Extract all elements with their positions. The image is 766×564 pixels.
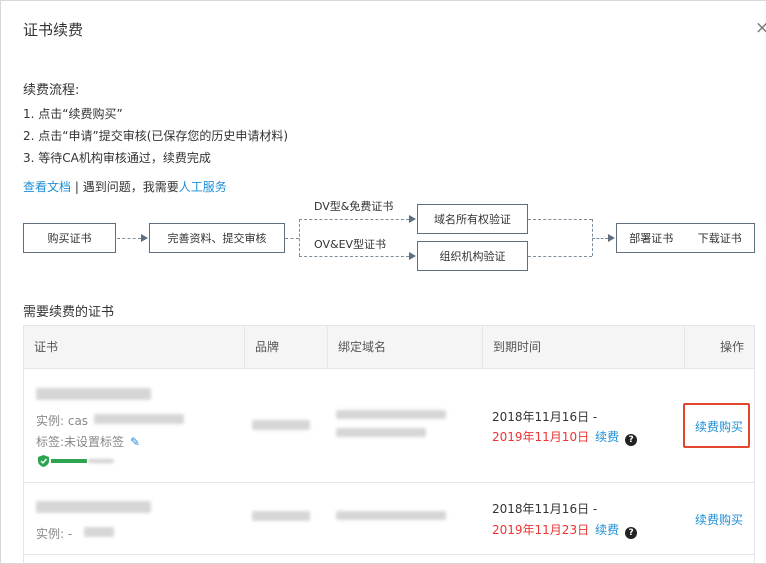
column-header-action: 操作 xyxy=(719,340,744,354)
flow-connector xyxy=(285,238,299,239)
help-separator: | xyxy=(71,180,83,194)
flow-connector xyxy=(299,256,409,257)
flow-connector xyxy=(528,219,592,220)
view-docs-link[interactable]: 查看文档 xyxy=(23,180,71,194)
table-row: 实例: - 2018年11月16日 - 2019年11月23日 续费? 续费购买 xyxy=(24,483,754,555)
renew-buy-button[interactable]: 续费购买 xyxy=(695,418,743,435)
renew-link[interactable]: 续费 xyxy=(595,430,619,444)
instance-id-redacted xyxy=(84,527,114,537)
renew-link[interactable]: 续费 xyxy=(595,523,619,537)
instance-label: 实例: cas xyxy=(36,414,89,428)
process-step-3: 3. 等待CA机构审核通过，续费完成 xyxy=(23,151,211,165)
edit-icon[interactable]: ✎ xyxy=(130,435,140,449)
column-header-cert: 证书 xyxy=(34,340,59,354)
table-row: 实例: cas 标签:未设置标签 ✎ 2018年11月16日 - 2019年11月… xyxy=(24,370,754,483)
renew-buy-button[interactable]: 续费购买 xyxy=(695,511,743,528)
flow-connector xyxy=(299,219,409,220)
help-icon[interactable]: ? xyxy=(625,434,638,446)
help-question: 遇到问题，我需要 xyxy=(82,180,179,194)
expiry-end-date: 2019年11月10日 xyxy=(492,430,590,444)
process-heading: 续费流程: xyxy=(23,83,80,98)
expiry-end: 2019年11月10日 续费? xyxy=(492,428,638,446)
security-level-bar xyxy=(51,459,87,463)
flow-connector xyxy=(528,256,592,257)
domain-redacted xyxy=(336,410,446,419)
help-icon[interactable]: ? xyxy=(625,527,638,539)
security-level-remainder xyxy=(88,459,114,463)
brand-redacted xyxy=(252,420,310,430)
shield-icon xyxy=(38,455,49,470)
column-header-expiry: 到期时间 xyxy=(493,340,542,354)
brand-redacted xyxy=(252,511,310,521)
column-header-domain: 绑定域名 xyxy=(338,340,387,354)
flow-step-buy: 购买证书 xyxy=(23,223,116,253)
flow-connector xyxy=(299,219,300,256)
expiry-start: 2018年11月16日 - xyxy=(492,410,598,424)
close-icon[interactable]: × xyxy=(755,19,766,37)
domain-redacted xyxy=(336,428,426,437)
renew-dialog: 证书续费 × 续费流程: 1. 点击“续费购买” 2. 点击“申请”提交审核(已… xyxy=(0,0,766,564)
cert-name-redacted xyxy=(36,388,151,400)
flow-step-download: 下载证书 xyxy=(697,232,742,245)
cert-name-redacted xyxy=(36,501,151,513)
flow-arrow-icon xyxy=(409,215,416,223)
instance-label: 实例: - xyxy=(36,527,73,541)
expiry-end-date: 2019年11月23日 xyxy=(492,523,590,537)
help-links: 查看文档 | 遇到问题，我需要人工服务 xyxy=(23,178,227,195)
table-heading: 需要续费的证书 xyxy=(23,305,115,320)
table-header: 证书 品牌 绑定域名 到期时间 操作 xyxy=(24,326,754,369)
flow-arrow-icon xyxy=(409,252,416,260)
flow-label-ov: OV&EV型证书 xyxy=(314,238,387,251)
human-service-link[interactable]: 人工服务 xyxy=(179,180,227,194)
flow-label-dv: DV型&免费证书 xyxy=(314,200,394,213)
expiry-end: 2019年11月23日 续费? xyxy=(492,521,638,539)
flow-step-org-verify: 组织机构验证 xyxy=(417,241,528,271)
process-step-2: 2. 点击“申请”提交审核(已保存您的历史申请材料) xyxy=(23,129,289,143)
tag-label: 标签:未设置标签 ✎ xyxy=(36,435,141,449)
flow-step-deploy: 部署证书 xyxy=(629,232,674,245)
dialog-title: 证书续费 xyxy=(23,21,84,39)
flow-step-domain-verify: 域名所有权验证 xyxy=(417,204,528,234)
column-header-brand: 品牌 xyxy=(255,340,280,354)
flow-connector xyxy=(592,238,608,239)
flow-connector xyxy=(117,238,141,239)
renew-cert-table: 证书 品牌 绑定域名 到期时间 操作 实例: cas 标签:未设置标签 ✎ 20… xyxy=(23,325,755,563)
instance-id-redacted xyxy=(94,414,184,424)
domain-redacted xyxy=(336,511,446,520)
flow-arrow-icon xyxy=(141,234,148,242)
flow-step-deploy-download: 部署证书 下载证书 xyxy=(616,223,755,253)
process-step-1: 1. 点击“续费购买” xyxy=(23,107,123,121)
flow-arrow-icon xyxy=(608,234,615,242)
flow-step-submit: 完善资料、提交审核 xyxy=(149,223,285,253)
expiry-start: 2018年11月16日 - xyxy=(492,502,598,516)
